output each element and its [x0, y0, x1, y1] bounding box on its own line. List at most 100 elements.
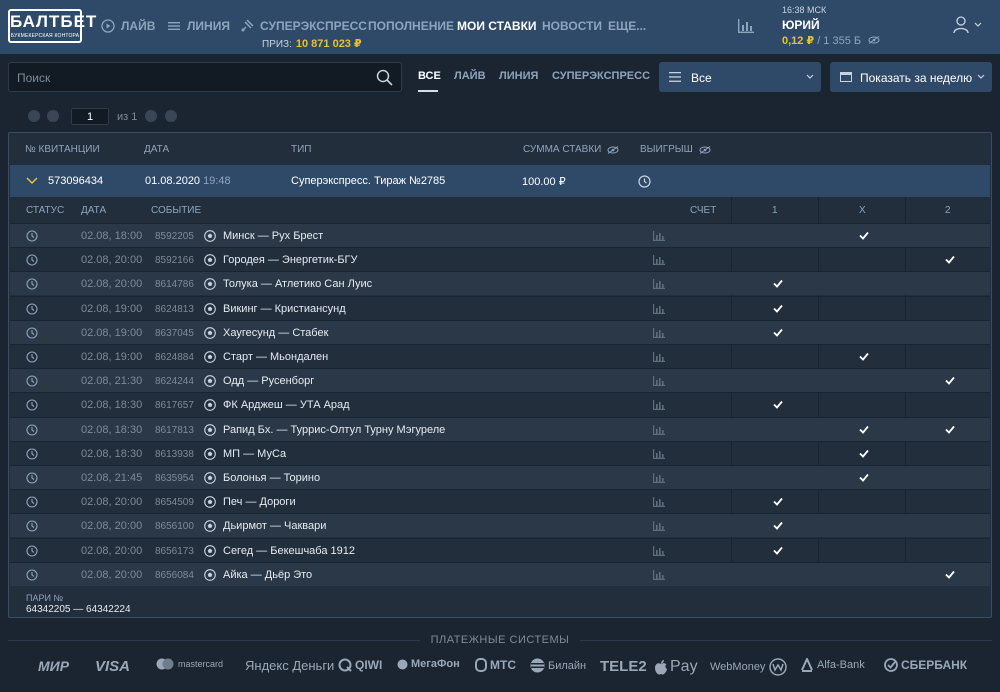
stats-bars-icon[interactable]: [653, 473, 665, 483]
event-name: Одд — Русенборг: [223, 375, 315, 388]
event-date: 02.08, 20:00: [81, 520, 142, 532]
event-row[interactable]: 02.08, 19:00 8624813 Викинг — Кристиансунд: [10, 295, 990, 320]
stats-bars-icon[interactable]: [653, 231, 665, 241]
clock-icon: [26, 375, 38, 387]
stats-bars-icon[interactable]: [653, 352, 665, 362]
search-input[interactable]: [17, 69, 367, 87]
chevron-down-icon[interactable]: [974, 22, 982, 28]
event-row[interactable]: 02.08, 18:00 8592205 Минск — Рух Брест: [10, 223, 990, 247]
event-row[interactable]: 02.08, 18:30 8617813 Рапид Бх. — Туррис-Ол…: [10, 416, 990, 441]
search-box: [8, 62, 402, 92]
event-day: 02.08,: [81, 326, 112, 339]
event-day: 02.08,: [81, 423, 112, 436]
nav-news[interactable]: НОВОСТИ: [542, 19, 602, 33]
eye-crossed-icon[interactable]: [699, 145, 711, 154]
stats-bars-icon[interactable]: [653, 400, 665, 411]
event-id: 8656084: [155, 569, 194, 581]
event-row[interactable]: 02.08, 21:30 8624244 Одд — Русенборг: [10, 368, 990, 393]
ticket-date-day: 01.08.2020: [145, 175, 201, 187]
event-row[interactable]: 02.08, 20:00 8592166 Городея — Энергетик-Б…: [10, 247, 990, 271]
event-day: 02.08,: [81, 254, 112, 267]
nav-line[interactable]: ЛИНИЯ: [167, 19, 230, 33]
stats-bars-icon[interactable]: [653, 448, 665, 459]
stats-bars-icon[interactable]: [653, 497, 665, 508]
user-avatar-icon[interactable]: [953, 16, 969, 34]
event-time: 20:00: [114, 278, 143, 291]
search-icon[interactable]: [376, 69, 393, 86]
event-row[interactable]: 02.08, 20:00 8656084 Айка — Дьёр Это: [10, 561, 990, 586]
stats-bars-icon[interactable]: [653, 545, 665, 556]
page-number-input[interactable]: [71, 108, 109, 125]
event-name: Викинг — Кристиансунд: [223, 302, 346, 315]
payment-beeline: Билайн: [530, 658, 586, 673]
event-time: 20:00: [114, 544, 143, 557]
event-row[interactable]: 02.08, 18:30 8617657 ФК Арджеш — УТА Арад: [10, 392, 990, 416]
event-id: 8592205: [155, 231, 194, 242]
event-row[interactable]: 02.08, 19:00 8637045 Хаугесунд — Стабек: [10, 319, 990, 344]
sub-col-1: 1: [772, 205, 778, 216]
bar-chart-icon[interactable]: [737, 18, 755, 34]
nav-live[interactable]: ЛАЙВ: [101, 19, 155, 33]
stats-bars-icon[interactable]: [653, 376, 665, 387]
event-id: 8656100: [155, 521, 194, 533]
stats-bars-icon[interactable]: [653, 569, 665, 580]
event-id: 8617657: [155, 400, 194, 412]
period-select[interactable]: Показать за неделю: [830, 62, 992, 92]
logo-text: БАЛТБЕТ: [10, 12, 98, 31]
tab-line[interactable]: ЛИНИЯ: [499, 70, 538, 82]
prev-page-button[interactable]: [47, 110, 59, 122]
event-day: 02.08,: [81, 472, 112, 484]
event-id: 8613938: [155, 448, 194, 460]
nav-more[interactable]: ЕЩЕ...: [608, 19, 646, 33]
event-id: 8624884: [155, 352, 194, 363]
stats-bars-icon[interactable]: [653, 424, 665, 435]
payment-systems-title: ПЛАТЕЖНЫЕ СИСТЕМЫ: [430, 634, 570, 646]
event-id: 8617813: [155, 424, 194, 436]
event-name: Болонья — Торино: [223, 472, 321, 484]
user-name[interactable]: ЮРИЙ: [782, 18, 820, 32]
soccer-ball-icon: [204, 520, 216, 533]
soccer-ball-icon: [204, 351, 216, 363]
ticket-row[interactable]: 573096434 01.08.2020 19:48 Суперэкспресс.…: [10, 165, 990, 197]
tab-superexpress[interactable]: СУПЕРЭКСПРЕСС: [552, 70, 650, 82]
soccer-ball-icon: [204, 230, 216, 242]
event-date: 02.08, 20:00: [81, 254, 142, 266]
tab-all[interactable]: ВСЕ: [418, 70, 441, 82]
bet-status-select[interactable]: Все: [659, 62, 821, 92]
stats-bars-icon[interactable]: [653, 255, 665, 266]
event-row[interactable]: 02.08, 18:30 8613938 МП — МуСа: [10, 440, 990, 465]
ticket-events: СТАТУС ДАТА СОБЫТИЕ СЧЕТ 1 X 2 02.08, 18…: [10, 197, 990, 617]
nav-deposit[interactable]: ПОПОЛНЕНИЕ: [368, 19, 454, 33]
nav-superexpress[interactable]: СУПЕРЭКСПРЕСС: [240, 19, 367, 33]
payment-qiwi: QIWI: [338, 658, 382, 672]
next-page-button[interactable]: [145, 110, 157, 122]
nav-my-bets[interactable]: МОИ СТАВКИ: [457, 19, 537, 33]
col-date: ДАТА: [144, 144, 170, 155]
clock-icon: [26, 278, 38, 290]
check-icon: [945, 570, 955, 579]
stats-bars-icon[interactable]: [653, 327, 665, 338]
clock-icon: [26, 230, 38, 242]
event-row[interactable]: 02.08, 20:00 8656173 Сегед — Бекешчаба 191…: [10, 537, 990, 562]
event-day: 02.08,: [81, 302, 112, 315]
stats-bars-icon[interactable]: [653, 279, 665, 290]
alfabank-icon: [801, 658, 813, 672]
chevron-down-icon[interactable]: [26, 177, 38, 185]
tab-live[interactable]: ЛАЙВ: [454, 70, 486, 82]
event-day: 02.08,: [81, 544, 112, 557]
eye-crossed-icon[interactable]: [868, 36, 880, 44]
check-icon: [859, 449, 869, 458]
first-page-button[interactable]: [28, 110, 40, 122]
last-page-button[interactable]: [165, 110, 177, 122]
event-row[interactable]: 02.08, 20:00 8654509 Печ — Дороги: [10, 489, 990, 513]
eye-crossed-icon[interactable]: [607, 145, 619, 154]
soccer-ball-icon: [204, 375, 216, 388]
event-date: 02.08, 20:00: [81, 569, 142, 581]
stats-bars-icon[interactable]: [653, 521, 665, 532]
event-row[interactable]: 02.08, 20:00 8614786 Толука — Атлетико Сан…: [10, 271, 990, 296]
logo[interactable]: БАЛТБЕТ БУКМЕКЕРСКАЯ КОНТОРА: [8, 9, 98, 43]
stats-bars-icon[interactable]: [653, 303, 665, 314]
event-row[interactable]: 02.08, 21:45 8635954 Болонья — Торино: [10, 465, 990, 489]
event-row[interactable]: 02.08, 20:00 8656100 Дьирмот — Чаквари: [10, 513, 990, 538]
event-row[interactable]: 02.08, 19:00 8624884 Старт — Мьондален: [10, 344, 990, 368]
